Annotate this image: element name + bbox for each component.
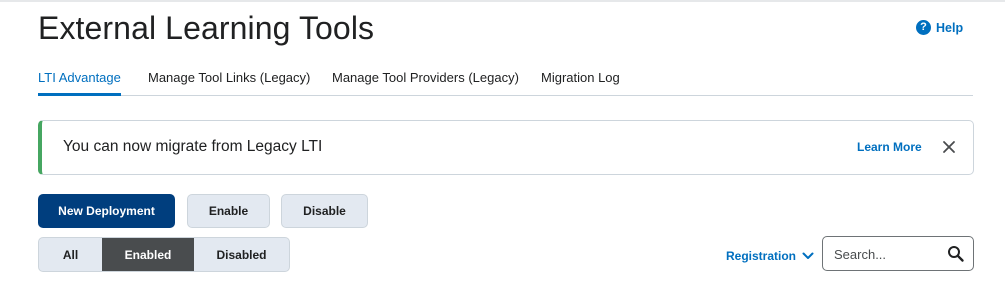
tab-manage-tool-providers[interactable]: Manage Tool Providers (Legacy) [332,70,519,85]
registration-dropdown[interactable]: Registration [726,247,814,265]
tab-manage-tool-links[interactable]: Manage Tool Links (Legacy) [148,70,310,85]
active-tab-indicator [38,93,121,96]
search-icon[interactable] [947,245,965,263]
migration-alert: You can now migrate from Legacy LTI Lear… [38,120,974,175]
search-input[interactable] [834,245,939,263]
close-icon[interactable] [940,138,958,156]
help-label: Help [936,20,964,35]
enable-button[interactable]: Enable [187,194,270,228]
learn-more-link[interactable]: Learn More [857,140,922,154]
page-title: External Learning Tools [38,10,375,46]
top-divider [0,0,1005,2]
tab-lti-advantage[interactable]: LTI Advantage [38,70,121,85]
filter-enabled[interactable]: Enabled [102,238,194,271]
filter-all[interactable]: All [39,238,102,271]
tab-bar: LTI Advantage Manage Tool Links (Legacy)… [38,62,973,96]
search-box [822,236,974,271]
help-link[interactable]: ? Help [916,20,963,35]
filter-disabled[interactable]: Disabled [194,238,289,271]
new-deployment-button[interactable]: New Deployment [38,194,175,228]
help-circle-icon: ? [916,20,931,35]
status-filter: All Enabled Disabled [38,237,290,272]
disable-button[interactable]: Disable [281,194,368,228]
tab-migration-log[interactable]: Migration Log [541,70,620,85]
alert-message: You can now migrate from Legacy LTI [63,138,323,155]
chevron-down-icon [802,247,814,265]
registration-label: Registration [726,249,797,263]
